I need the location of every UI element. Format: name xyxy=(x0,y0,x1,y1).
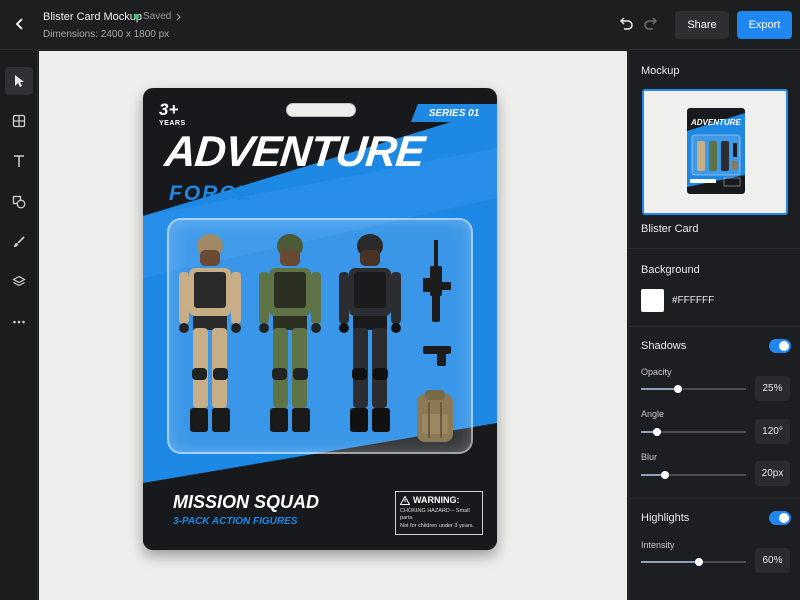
warning-box: WARNING: CHOKING HAZARD – Small parts. N… xyxy=(395,491,483,535)
svg-text:ADVENTURE: ADVENTURE xyxy=(690,118,741,127)
intensity-label: Intensity xyxy=(641,540,675,550)
opacity-slider[interactable] xyxy=(641,385,746,393)
undo-button[interactable] xyxy=(617,15,635,33)
shadows-toggle[interactable] xyxy=(769,339,791,353)
series-badge: SERIES 01 xyxy=(411,104,497,122)
warning-triangle-icon xyxy=(400,495,410,505)
backpack-accessory xyxy=(417,390,453,442)
background-color-value[interactable]: #FFFFFF xyxy=(672,295,714,306)
chevron-right-icon xyxy=(176,13,182,20)
opacity-label: Opacity xyxy=(641,367,672,377)
warning-title: WARNING: xyxy=(413,495,460,505)
hang-tab-hole xyxy=(286,103,356,117)
text-tool[interactable] xyxy=(5,147,33,175)
undo-icon xyxy=(619,17,633,30)
tool-sidebar xyxy=(0,51,38,600)
opacity-slider-handle[interactable] xyxy=(674,385,682,393)
pistol-accessory xyxy=(423,346,451,366)
pointer-icon xyxy=(15,75,24,87)
export-button[interactable]: Export xyxy=(737,11,792,39)
opacity-value[interactable]: 25% xyxy=(755,376,790,401)
top-bar: Blister Card Mockup Saved Dimensions: 24… xyxy=(0,0,800,50)
share-button[interactable]: Share xyxy=(675,11,729,39)
document-title[interactable]: Blister Card Mockup xyxy=(43,11,142,23)
mockup-heading: Mockup xyxy=(641,65,680,77)
brush-icon xyxy=(14,236,25,247)
shapes-icon xyxy=(12,195,26,209)
intensity-slider-handle[interactable] xyxy=(695,558,703,566)
select-tool[interactable] xyxy=(5,67,33,95)
saved-dot-icon xyxy=(134,14,139,19)
intensity-value[interactable]: 60% xyxy=(755,548,790,573)
age-number: 3+ xyxy=(159,100,179,119)
mockup-name: Blister Card xyxy=(641,223,699,235)
black-soldier-figure xyxy=(339,234,401,432)
rifle-accessory xyxy=(423,240,451,322)
brand-subtitle: FORCE xyxy=(169,182,253,205)
shapes-tool[interactable] xyxy=(5,188,33,216)
brush-tool[interactable] xyxy=(5,228,33,256)
properties-panel: Mockup ADVENTURE Blister Card Background… xyxy=(628,51,800,600)
save-status-label: Saved xyxy=(143,11,172,22)
divider xyxy=(629,248,800,249)
more-icon xyxy=(13,320,25,324)
mockup-preview-image: ADVENTURE xyxy=(687,108,745,194)
blur-value[interactable]: 20px xyxy=(755,461,790,486)
angle-slider-handle[interactable] xyxy=(653,428,661,436)
chevron-left-icon xyxy=(15,18,23,30)
angle-slider[interactable] xyxy=(641,428,746,436)
shadows-heading: Shadows xyxy=(641,340,687,352)
blur-slider-handle[interactable] xyxy=(661,471,669,479)
age-badge: 3+ YEARS xyxy=(159,101,186,127)
background-color-swatch[interactable] xyxy=(641,289,664,312)
intensity-slider[interactable] xyxy=(641,558,746,566)
product-title: MISSION SQUAD xyxy=(173,492,320,512)
layers-tool[interactable] xyxy=(5,268,33,296)
blur-slider[interactable] xyxy=(641,471,746,479)
angle-value[interactable]: 120° xyxy=(755,419,790,444)
save-status[interactable]: Saved xyxy=(134,11,182,22)
more-tools-button[interactable] xyxy=(5,308,33,336)
blister-card-mockup[interactable]: 3+ YEARS SERIES 01 ADVENTURE FORCE MISSI… xyxy=(143,88,497,550)
blister-window xyxy=(167,218,473,454)
angle-label: Angle xyxy=(641,409,665,419)
warning-text-2: Not for children under 3 years. xyxy=(400,522,474,529)
redo-icon xyxy=(644,17,658,30)
divider xyxy=(629,326,800,327)
canvas-area[interactable]: 3+ YEARS SERIES 01 ADVENTURE FORCE MISSI… xyxy=(39,51,627,600)
blur-label: Blur xyxy=(641,452,658,462)
opacity-slider-fill xyxy=(641,388,678,390)
divider xyxy=(629,498,800,499)
tan-soldier-figure xyxy=(179,234,241,432)
mockup-thumbnail[interactable]: ADVENTURE xyxy=(642,89,788,215)
age-unit: YEARS xyxy=(159,120,186,127)
warning-text-1: CHOKING HAZARD – Small parts. xyxy=(400,508,470,522)
warning-heading: WARNING: xyxy=(400,495,478,505)
layers-icon xyxy=(12,275,26,287)
highlights-toggle[interactable] xyxy=(769,511,791,525)
text-icon xyxy=(14,155,24,167)
intensity-slider-fill xyxy=(641,561,699,563)
product-subtitle: 3-PACK ACTION FIGURES xyxy=(173,516,298,527)
highlights-heading: Highlights xyxy=(641,512,690,524)
document-dimensions: Dimensions: 2400 x 1800 px xyxy=(43,29,170,40)
redo-button[interactable] xyxy=(642,15,660,33)
layout-tool[interactable] xyxy=(5,107,33,135)
green-soldier-figure xyxy=(259,234,321,432)
brand-title: ADVENTURE xyxy=(162,128,427,176)
grid-icon xyxy=(12,114,26,128)
back-button[interactable] xyxy=(8,12,32,36)
background-heading: Background xyxy=(641,264,700,276)
